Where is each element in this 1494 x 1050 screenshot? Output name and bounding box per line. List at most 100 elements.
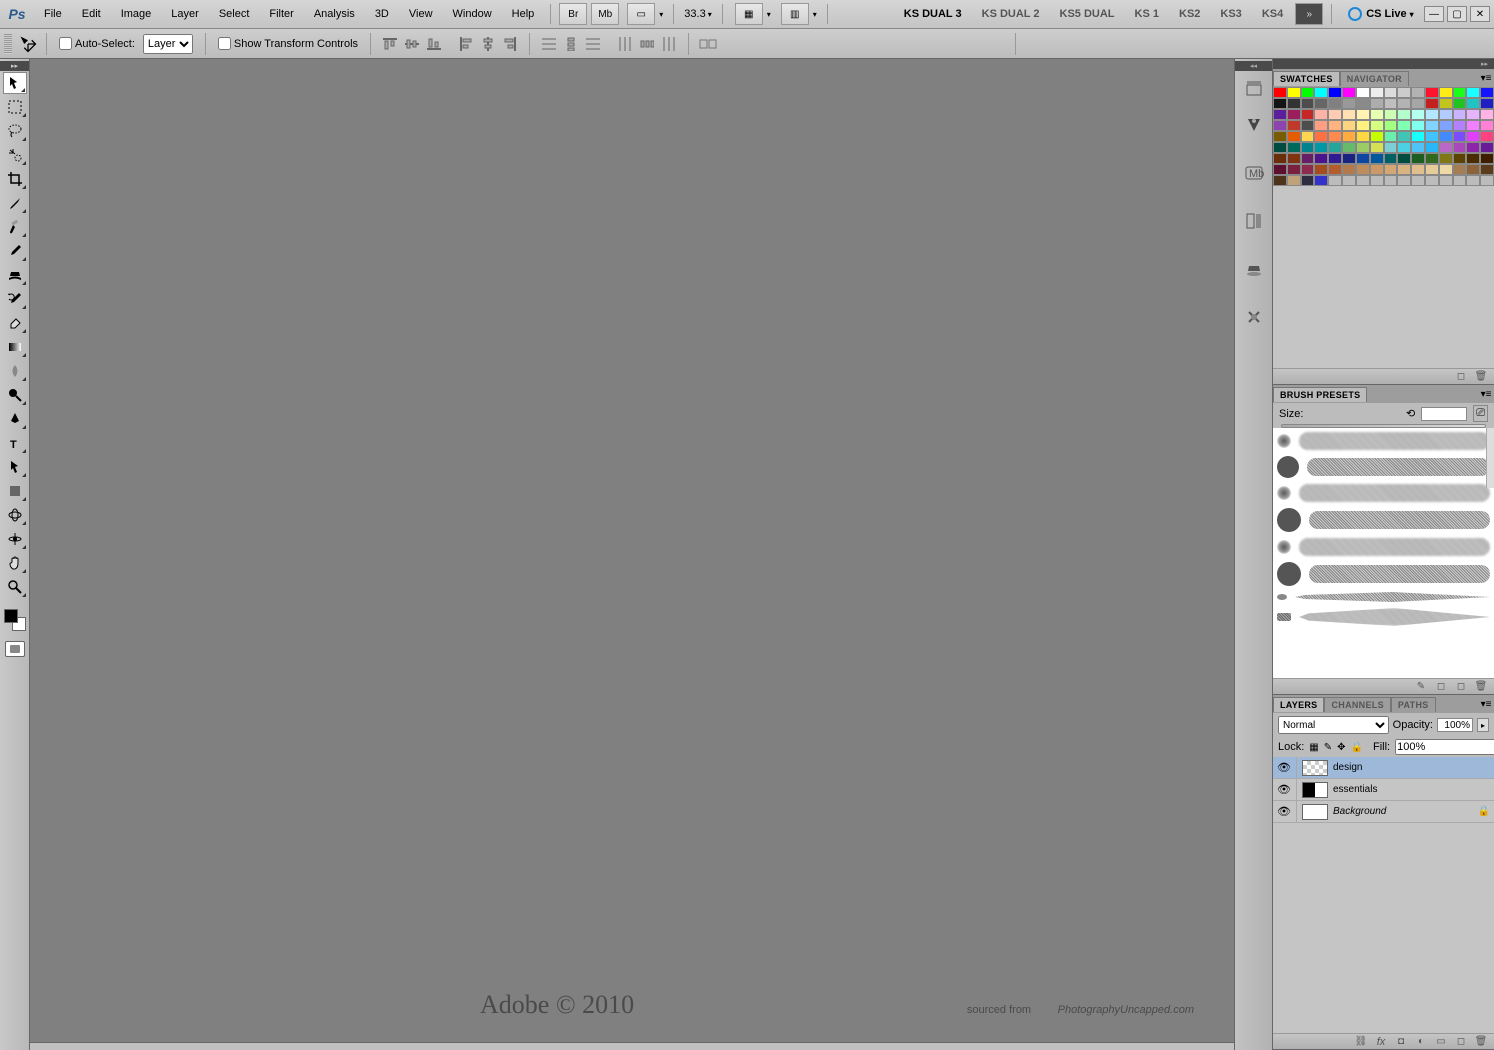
swatch[interactable] <box>1411 120 1425 131</box>
swatch[interactable] <box>1370 153 1384 164</box>
swatch[interactable] <box>1301 153 1315 164</box>
swatch[interactable] <box>1342 131 1356 142</box>
swatch[interactable] <box>1301 142 1315 153</box>
window-close-button[interactable]: ✕ <box>1470 6 1490 22</box>
window-minimize-button[interactable]: — <box>1424 6 1444 22</box>
swatch[interactable] <box>1425 153 1439 164</box>
layer-thumbnail[interactable] <box>1302 760 1328 776</box>
swatch[interactable] <box>1301 98 1315 109</box>
swatch[interactable] <box>1356 142 1370 153</box>
brush-preset[interactable] <box>1277 508 1490 532</box>
swatch[interactable] <box>1397 131 1411 142</box>
swatch[interactable] <box>1480 120 1494 131</box>
swatch[interactable] <box>1425 131 1439 142</box>
layer-name[interactable]: Background <box>1333 806 1386 817</box>
swatch[interactable] <box>1480 153 1494 164</box>
swatch[interactable] <box>1314 98 1328 109</box>
swatch[interactable] <box>1356 131 1370 142</box>
swatch[interactable] <box>1466 175 1480 186</box>
layer-row[interactable]: 👁Background🔒 <box>1273 801 1494 823</box>
lock-all-button[interactable]: 🔒 <box>1351 740 1363 754</box>
swatch[interactable] <box>1425 98 1439 109</box>
swatch[interactable] <box>1397 153 1411 164</box>
grip-handle[interactable] <box>4 34 12 54</box>
swatch[interactable] <box>1273 164 1287 175</box>
swatch[interactable] <box>1397 175 1411 186</box>
swatch[interactable] <box>1314 164 1328 175</box>
swatch[interactable] <box>1287 98 1301 109</box>
layer-mask-button[interactable]: ◘ <box>1394 1036 1408 1048</box>
swatch[interactable] <box>1480 109 1494 120</box>
workspace-ks3[interactable]: KS3 <box>1210 4 1251 24</box>
tools-collapse-button[interactable]: ▸▸ <box>0 61 29 71</box>
distribute-vcenter-button[interactable] <box>561 34 581 54</box>
delete-brush-button[interactable]: 🗑 <box>1474 681 1488 693</box>
layer-name[interactable]: design <box>1333 762 1362 773</box>
swatch[interactable] <box>1425 109 1439 120</box>
swatch[interactable] <box>1453 109 1467 120</box>
move-tool[interactable] <box>3 72 27 94</box>
swatch[interactable] <box>1411 142 1425 153</box>
swatch[interactable] <box>1328 131 1342 142</box>
swatch[interactable] <box>1356 175 1370 186</box>
3d-camera-tool[interactable] <box>3 528 27 550</box>
swatch[interactable] <box>1342 120 1356 131</box>
adjustment-layer-button[interactable]: ◐ <box>1414 1036 1428 1048</box>
blend-mode-dropdown[interactable]: Normal <box>1278 716 1389 734</box>
swatch[interactable] <box>1397 109 1411 120</box>
swatch-grid[interactable] <box>1273 87 1494 186</box>
swatch[interactable] <box>1314 131 1328 142</box>
clone-stamp-tool[interactable] <box>3 264 27 286</box>
minibridge-button[interactable]: Mb <box>591 3 619 25</box>
menu-filter[interactable]: Filter <box>259 3 303 25</box>
swatch[interactable] <box>1425 164 1439 175</box>
brush-preset[interactable] <box>1277 432 1490 450</box>
swatch[interactable] <box>1273 175 1287 186</box>
swatch[interactable] <box>1314 175 1328 186</box>
swatch[interactable] <box>1411 175 1425 186</box>
visibility-toggle[interactable]: 👁 <box>1277 805 1291 819</box>
align-right-button[interactable] <box>500 34 520 54</box>
new-layer-button[interactable]: ◻ <box>1454 1036 1468 1048</box>
swatch[interactable] <box>1480 98 1494 109</box>
opacity-flyout-button[interactable]: ▸ <box>1477 718 1489 732</box>
character-panel-icon[interactable] <box>1239 207 1269 235</box>
menu-view[interactable]: View <box>399 3 443 25</box>
swatch[interactable] <box>1287 131 1301 142</box>
fill-input[interactable] <box>1395 739 1494 755</box>
brush-view-button[interactable]: ✎ <box>1414 681 1428 693</box>
zoom-tool[interactable] <box>3 576 27 598</box>
screen-mode-dropdown[interactable]: ▭ <box>625 3 663 25</box>
brush-preset[interactable] <box>1277 484 1490 502</box>
swatch[interactable] <box>1480 164 1494 175</box>
swatch[interactable] <box>1384 164 1398 175</box>
swatch[interactable] <box>1439 164 1453 175</box>
swatch[interactable] <box>1453 153 1467 164</box>
swatch[interactable] <box>1370 164 1384 175</box>
align-hcenter-button[interactable] <box>478 34 498 54</box>
swatch[interactable] <box>1273 131 1287 142</box>
layers-menu-button[interactable]: ▾≡ <box>1478 699 1494 710</box>
swatch[interactable] <box>1370 98 1384 109</box>
swatch[interactable] <box>1466 153 1480 164</box>
swatch[interactable] <box>1314 87 1328 98</box>
swatch[interactable] <box>1411 87 1425 98</box>
swatch[interactable] <box>1439 87 1453 98</box>
path-select-tool[interactable] <box>3 456 27 478</box>
navigator-tab[interactable]: NAVIGATOR <box>1340 71 1409 86</box>
reset-size-icon[interactable]: ⟲ <box>1406 407 1415 420</box>
swatch[interactable] <box>1439 120 1453 131</box>
swatch[interactable] <box>1273 98 1287 109</box>
eyedropper-tool[interactable] <box>3 192 27 214</box>
swatch[interactable] <box>1328 164 1342 175</box>
swatch[interactable] <box>1453 87 1467 98</box>
blur-tool[interactable] <box>3 360 27 382</box>
cs-live-button[interactable]: CS Live▾ <box>1348 7 1413 21</box>
swatch[interactable] <box>1314 153 1328 164</box>
swatch[interactable] <box>1287 109 1301 120</box>
swatch[interactable] <box>1328 142 1342 153</box>
swatch[interactable] <box>1397 98 1411 109</box>
swatch[interactable] <box>1328 153 1342 164</box>
swatch[interactable] <box>1411 109 1425 120</box>
hand-tool[interactable] <box>3 552 27 574</box>
